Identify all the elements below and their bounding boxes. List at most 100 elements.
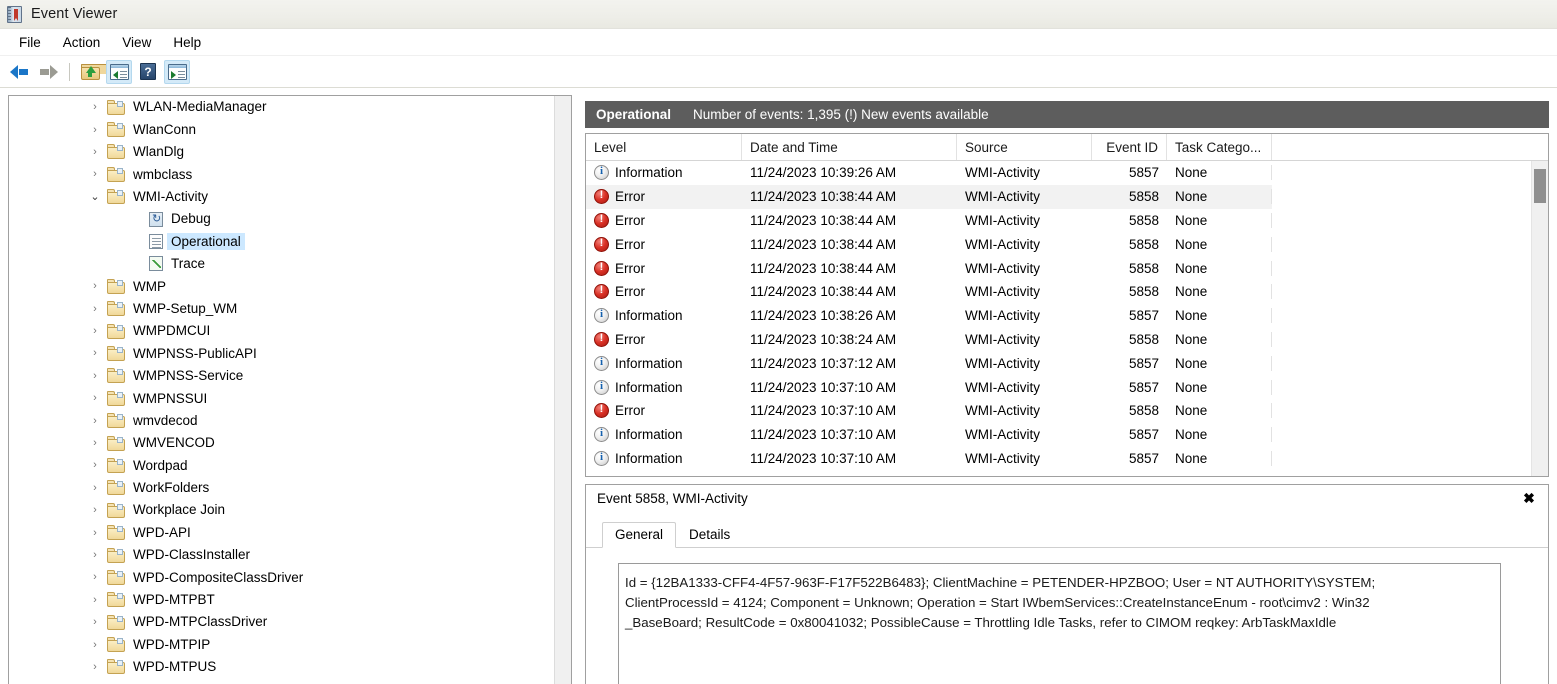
chevron-right-icon[interactable]: › [87, 124, 103, 136]
chevron-right-icon[interactable]: › [87, 168, 103, 180]
chevron-right-icon[interactable]: › [87, 639, 103, 651]
tree-item-wmvdecod[interactable]: ›wmvdecod [9, 409, 555, 431]
event-row[interactable]: Information11/24/2023 10:37:12 AMWMI-Act… [586, 351, 1272, 375]
chevron-right-icon[interactable]: › [87, 594, 103, 606]
tree-item-workfolders[interactable]: ›WorkFolders [9, 477, 555, 499]
tree-item-wpd-mtpbt[interactable]: ›WPD-MTPBT [9, 589, 555, 611]
tree-item-wmpnss-service[interactable]: ›WMPNSS-Service [9, 365, 555, 387]
tab-general[interactable]: General [602, 522, 676, 548]
event-row[interactable]: Error11/24/2023 10:38:44 AMWMI-Activity5… [586, 280, 1272, 304]
chevron-right-icon[interactable]: › [87, 661, 103, 673]
event-row[interactable]: Error11/24/2023 10:38:44 AMWMI-Activity5… [586, 209, 1272, 233]
tree-item-wmpnss-publicapi[interactable]: ›WMPNSS-PublicAPI [9, 342, 555, 364]
chevron-right-icon[interactable]: › [87, 101, 103, 113]
menu-item-help[interactable]: Help [162, 32, 212, 53]
menu-item-action[interactable]: Action [52, 32, 112, 53]
folder-icon [107, 592, 125, 607]
folder-icon [107, 324, 125, 339]
chevron-right-icon[interactable]: › [87, 370, 103, 382]
tree-item-operational[interactable]: ›Operational [9, 230, 555, 252]
column-header-task-catego[interactable]: Task Catego... [1167, 134, 1272, 160]
tree-item-debug[interactable]: ›Debug [9, 208, 555, 230]
tree-item-wpd-classinstaller[interactable]: ›WPD-ClassInstaller [9, 544, 555, 566]
event-row[interactable]: Error11/24/2023 10:38:44 AMWMI-Activity5… [586, 232, 1272, 256]
chevron-right-icon[interactable]: › [87, 325, 103, 337]
tree-item-wpd-mtpip[interactable]: ›WPD-MTPIP [9, 633, 555, 655]
chevron-right-icon[interactable]: › [87, 459, 103, 471]
menu-item-file[interactable]: File [8, 32, 52, 53]
chevron-right-icon[interactable]: › [87, 549, 103, 561]
tree-item-wpd-mtpus[interactable]: ›WPD-MTPUS [9, 656, 555, 678]
column-header-date-and-time[interactable]: Date and Time [742, 134, 957, 160]
chevron-right-icon[interactable]: › [87, 347, 103, 359]
chevron-right-icon[interactable]: › [87, 482, 103, 494]
event-row[interactable]: Error11/24/2023 10:37:10 AMWMI-Activity5… [586, 399, 1272, 423]
folder-icon [107, 122, 125, 137]
tree-item-wmbclass[interactable]: ›wmbclass [9, 163, 555, 185]
column-header-level[interactable]: Level [586, 134, 742, 160]
event-row[interactable]: Error11/24/2023 10:38:44 AMWMI-Activity5… [586, 185, 1272, 209]
back-button[interactable] [6, 60, 32, 84]
tree-item-wmi-activity[interactable]: ⌄WMI-Activity [9, 186, 555, 208]
menu-item-view[interactable]: View [111, 32, 162, 53]
event-detail-text[interactable]: Id = {12BA1333-CFF4-4F57-963F-F17F522B64… [618, 563, 1501, 684]
tab-details[interactable]: Details [676, 522, 743, 548]
event-source-cell: WMI-Activity [957, 284, 1092, 299]
chevron-down-icon[interactable]: ⌄ [87, 190, 103, 203]
tree-item-wmvencod[interactable]: ›WMVENCOD [9, 432, 555, 454]
chevron-right-icon[interactable]: › [87, 392, 103, 404]
tree-item-wlandlg[interactable]: ›WlanDlg [9, 141, 555, 163]
event-level-label: Information [615, 427, 683, 442]
event-id-cell: 5858 [1092, 284, 1167, 299]
event-row[interactable]: Error11/24/2023 10:38:44 AMWMI-Activity5… [586, 256, 1272, 280]
tree-item-trace[interactable]: ›Trace [9, 253, 555, 275]
folder-icon [107, 301, 125, 316]
show-hide-console-tree-button[interactable] [106, 60, 132, 84]
tree-item-wlan-mediamanager[interactable]: › WLAN-MediaManager [9, 96, 555, 118]
events-list-scrollbar-thumb[interactable] [1534, 169, 1546, 203]
tree-item-workplace-join[interactable]: ›Workplace Join [9, 499, 555, 521]
chevron-right-icon[interactable]: › [87, 415, 103, 427]
tree-item-wmp[interactable]: ›WMP [9, 275, 555, 297]
chevron-right-icon[interactable]: › [87, 303, 103, 315]
chevron-right-icon[interactable]: › [87, 504, 103, 516]
tree-item-wmpnssui[interactable]: › WMPNSSUI [9, 387, 555, 409]
column-header-source[interactable]: Source [957, 134, 1092, 160]
event-row[interactable]: Information11/24/2023 10:39:26 AMWMI-Act… [586, 161, 1272, 185]
events-list-scrollbar[interactable] [1531, 161, 1548, 476]
chevron-right-icon[interactable]: › [87, 616, 103, 628]
menu-bar: File Action View Help [0, 29, 1557, 56]
tree-item-wlanconn[interactable]: ›WlanConn [9, 118, 555, 140]
event-source-cell: WMI-Activity [957, 308, 1092, 323]
tree-item-wpd-compositeclassdriver[interactable]: ›WPD-CompositeClassDriver [9, 566, 555, 588]
tree-item-wpd-mtpclassdriver[interactable]: ›WPD-MTPClassDriver [9, 611, 555, 633]
close-icon[interactable]: ✖ [1518, 488, 1540, 508]
event-row[interactable]: Information11/24/2023 10:37:10 AMWMI-Act… [586, 423, 1272, 447]
tree-item-wmpdmcui[interactable]: ›WMPDMCUI [9, 320, 555, 342]
event-id-cell: 5857 [1092, 308, 1167, 323]
help-button[interactable]: ? [135, 60, 161, 84]
forward-button[interactable] [35, 60, 61, 84]
event-row[interactable]: Information11/24/2023 10:38:26 AMWMI-Act… [586, 304, 1272, 328]
folder-icon [107, 100, 125, 115]
tree-item-label: WMPNSSUI [133, 392, 207, 406]
show-hide-action-pane-button[interactable] [164, 60, 190, 84]
event-row[interactable]: Information11/24/2023 10:37:10 AMWMI-Act… [586, 375, 1272, 399]
tree-item-wordpad[interactable]: ›Wordpad [9, 454, 555, 476]
event-level-cell: Information [586, 165, 742, 180]
up-one-level-button[interactable] [77, 60, 103, 84]
event-row[interactable]: Information11/24/2023 10:37:10 AMWMI-Act… [586, 447, 1272, 471]
event-level-cell: Error [586, 332, 742, 347]
chevron-right-icon[interactable]: › [87, 571, 103, 583]
tree-item-label: WLAN-MediaManager [133, 100, 267, 114]
console-tree-scrollbar[interactable] [554, 96, 571, 684]
tree-item-wmp-setup-wm[interactable]: ›WMP-Setup_WM [9, 298, 555, 320]
chevron-right-icon[interactable]: › [87, 280, 103, 292]
column-header-event-id[interactable]: Event ID [1092, 134, 1167, 160]
tree-item-wpd-api[interactable]: ›WPD-API [9, 521, 555, 543]
event-row[interactable]: Error11/24/2023 10:38:24 AMWMI-Activity5… [586, 328, 1272, 352]
chevron-right-icon[interactable]: › [87, 527, 103, 539]
chevron-right-icon[interactable]: › [87, 437, 103, 449]
folder-icon [107, 279, 125, 294]
chevron-right-icon[interactable]: › [87, 146, 103, 158]
